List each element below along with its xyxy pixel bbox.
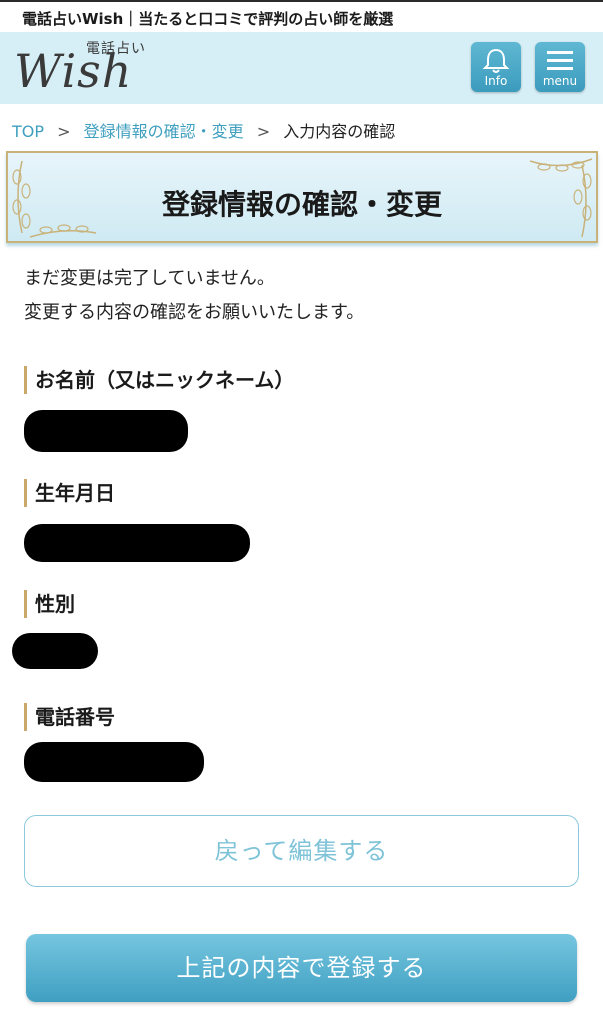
redacted-value-name — [24, 410, 188, 452]
redacted-value-birthdate — [24, 524, 250, 562]
field-label-gender: 性別 — [24, 590, 75, 618]
bell-icon — [482, 48, 510, 73]
breadcrumb-separator: > — [57, 122, 71, 141]
field-label-birthdate: 生年月日 — [24, 479, 115, 507]
breadcrumb-current: 入力内容の確認 — [283, 122, 396, 141]
submit-register-button[interactable]: 上記の内容で登録する — [26, 934, 577, 1002]
info-button[interactable]: Info — [471, 42, 521, 92]
intro-line: 変更する内容の確認をお願いいたします。 — [24, 302, 365, 323]
hamburger-icon — [547, 51, 573, 70]
menu-button-label: menu — [542, 74, 578, 88]
site-header: 電話占い Wish Info menu — [0, 32, 603, 104]
redacted-value-gender — [12, 633, 98, 669]
logo-wordmark: Wish — [14, 44, 133, 98]
redacted-value-phone — [24, 742, 204, 782]
breadcrumb-account-link[interactable]: 登録情報の確認・変更 — [84, 122, 244, 141]
menu-button[interactable]: menu — [535, 42, 585, 92]
site-tagline-bar: 電話占いWish｜当たると口コミで評判の占い師を厳選 — [0, 0, 603, 32]
field-label-name: お名前（又はニックネーム） — [24, 366, 294, 394]
field-label-phone: 電話番号 — [24, 703, 115, 731]
intro-line: まだ変更は完了していません。 — [24, 268, 275, 289]
breadcrumb-top-link[interactable]: TOP — [12, 122, 44, 141]
intro-text: まだ変更は完了していません。 変更する内容の確認をお願いいたします。 — [24, 262, 364, 330]
breadcrumb: TOP > 登録情報の確認・変更 > 入力内容の確認 — [12, 118, 395, 142]
breadcrumb-separator: > — [256, 122, 271, 141]
site-logo[interactable]: 電話占い Wish — [14, 36, 194, 100]
page-title: 登録情報の確認・変更 — [161, 188, 442, 221]
site-tagline: 電話占いWish｜当たると口コミで評判の占い師を厳選 — [22, 10, 394, 28]
leaf-ornament-icon — [29, 224, 97, 238]
back-edit-button[interactable]: 戻って編集する — [24, 815, 579, 887]
page-title-banner: 登録情報の確認・変更 — [6, 151, 598, 243]
info-button-label: Info — [484, 74, 508, 88]
